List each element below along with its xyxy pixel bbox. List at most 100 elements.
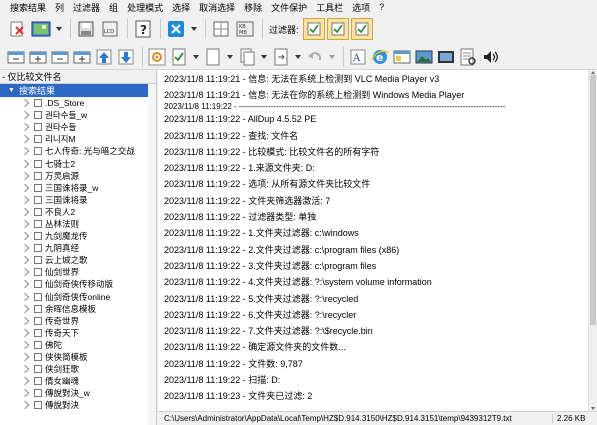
preview-dropdown[interactable]	[54, 18, 64, 40]
preview-button[interactable]	[30, 18, 52, 40]
lcd-button[interactable]: LCD	[99, 18, 121, 40]
chevron-right-icon[interactable]	[20, 147, 30, 156]
tree-item[interactable]: 권타수들	[0, 121, 156, 133]
chevron-down-icon[interactable]: ▼	[8, 87, 15, 94]
menu-remove[interactable]: 移除	[244, 1, 262, 14]
close-dropdown[interactable]	[189, 18, 199, 40]
menu-toolbars[interactable]: 工具栏	[316, 1, 343, 14]
chevron-right-icon[interactable]	[20, 292, 30, 301]
tree-item-checkbox[interactable]	[34, 183, 42, 192]
move-dropdown[interactable]	[293, 47, 303, 67]
tree-item-checkbox[interactable]	[34, 280, 42, 289]
tree-item-checkbox[interactable]	[34, 401, 42, 410]
chevron-right-icon[interactable]	[20, 268, 30, 277]
scroll-down-icon[interactable]	[591, 407, 595, 410]
undo-dropdown[interactable]	[327, 47, 337, 67]
tree-item-checkbox[interactable]	[34, 353, 42, 362]
tree-item[interactable]: 九阴真经	[0, 242, 156, 254]
tree-scrollbar[interactable]	[148, 84, 156, 425]
tree-item-checkbox[interactable]	[34, 328, 42, 337]
collapse-all-button[interactable]	[6, 47, 26, 67]
menu-filters[interactable]: 过滤器	[73, 1, 100, 14]
tree-item[interactable]: 佛陀	[0, 339, 156, 351]
columns-button[interactable]	[210, 18, 232, 40]
tree-item[interactable]: 傳說對決	[0, 399, 156, 411]
tree-item[interactable]: 仙剑奇侠传online	[0, 291, 156, 303]
chevron-right-icon[interactable]	[20, 231, 30, 241]
menu-options[interactable]: 选项	[352, 1, 370, 14]
chevron-right-icon[interactable]	[20, 340, 30, 350]
settings-button[interactable]	[147, 47, 167, 67]
tree-item-checkbox[interactable]	[34, 256, 42, 265]
tree-item-checkbox[interactable]	[34, 219, 42, 228]
help-button[interactable]: ?	[132, 18, 154, 40]
chevron-right-icon[interactable]	[20, 183, 30, 192]
image-viewer-button[interactable]	[414, 47, 434, 67]
menu-file-protection[interactable]: 文件保护	[271, 1, 307, 14]
menu-select[interactable]: 选择	[172, 1, 190, 14]
tree-item-checkbox[interactable]	[34, 123, 42, 132]
chevron-right-icon[interactable]	[20, 171, 30, 180]
tree-item-checkbox[interactable]	[34, 159, 42, 168]
expand-all-button[interactable]	[28, 47, 48, 67]
menu-deselect[interactable]: 取消选择	[199, 1, 235, 14]
chevron-right-icon[interactable]	[20, 159, 30, 168]
move-up-button[interactable]	[94, 47, 114, 67]
chevron-right-icon[interactable]	[20, 389, 30, 398]
tree-item[interactable]: 七人传奇: 光与暗之交战	[0, 145, 156, 157]
tree-item-checkbox[interactable]	[34, 232, 42, 241]
tree-item[interactable]: 권타수들_w	[0, 109, 156, 121]
tree-item[interactable]: 传奇世界	[0, 315, 156, 327]
tree-item[interactable]: 傳說對決_w	[0, 387, 156, 399]
tree-item[interactable]: 倩女幽魂	[0, 375, 156, 387]
tree-item-checkbox[interactable]	[34, 340, 42, 349]
explorer-button[interactable]	[392, 47, 412, 67]
menu-help[interactable]: ?	[379, 2, 384, 12]
scroll-up-icon[interactable]	[591, 71, 595, 74]
tree-item[interactable]: 七骑士2	[0, 157, 156, 169]
tree-item-checkbox[interactable]	[34, 304, 42, 313]
expand-group-button[interactable]	[72, 47, 92, 67]
tree-item-checkbox[interactable]	[34, 292, 42, 301]
tree-item-checkbox[interactable]	[34, 111, 42, 120]
media-player-button[interactable]	[436, 47, 456, 67]
chevron-right-icon[interactable]	[20, 207, 30, 217]
tree-item[interactable]: 三国诛将录_w	[0, 182, 156, 194]
browser-button[interactable]: e	[370, 47, 390, 67]
filter-button-1[interactable]	[302, 18, 325, 40]
chevron-right-icon[interactable]	[20, 280, 30, 289]
chevron-right-icon[interactable]	[20, 195, 30, 205]
chevron-right-icon[interactable]	[20, 122, 30, 132]
tree-item[interactable]: 丛林法则	[0, 218, 156, 230]
audio-button[interactable]	[480, 47, 500, 67]
kb-mb-button[interactable]: KB MB	[234, 18, 256, 40]
tree-item[interactable]: 云上城之歌	[0, 254, 156, 266]
chevron-right-icon[interactable]	[20, 243, 30, 253]
filter-button-2[interactable]	[326, 18, 349, 40]
menu-process-mode[interactable]: 处理模式	[127, 1, 163, 14]
undo-button[interactable]	[305, 47, 325, 67]
tree-column-header[interactable]: - 仅比较文件名	[0, 70, 156, 84]
chevron-right-icon[interactable]	[20, 376, 30, 386]
copy-button[interactable]	[237, 47, 257, 67]
tree-item-checkbox[interactable]	[34, 147, 42, 156]
tree-item-checkbox[interactable]	[34, 377, 42, 386]
chevron-right-icon[interactable]	[20, 256, 30, 265]
tree-item-checkbox[interactable]	[34, 99, 42, 108]
tree-item-checkbox[interactable]	[34, 389, 42, 398]
tree-item-checkbox[interactable]	[34, 244, 42, 253]
save-list-button[interactable]	[75, 18, 97, 40]
tree-item[interactable]: 三国诛将录	[0, 194, 156, 206]
tree-item[interactable]: 万灵启源	[0, 170, 156, 182]
tree-item[interactable]: 리니지M	[0, 133, 156, 145]
copy-dropdown[interactable]	[259, 47, 269, 67]
collapse-group-button[interactable]	[50, 47, 70, 67]
font-button[interactable]: A	[348, 47, 368, 67]
chevron-right-icon[interactable]	[20, 316, 30, 325]
tree-item-checkbox[interactable]	[34, 365, 42, 374]
tree-root-search-results[interactable]: ▼ 搜索结果	[0, 84, 156, 97]
tree-item[interactable]: 仙剑世界	[0, 266, 156, 278]
chevron-right-icon[interactable]	[20, 304, 30, 313]
menu-search-results[interactable]: 搜索结果	[10, 1, 46, 14]
tree-item-checkbox[interactable]	[34, 316, 42, 325]
